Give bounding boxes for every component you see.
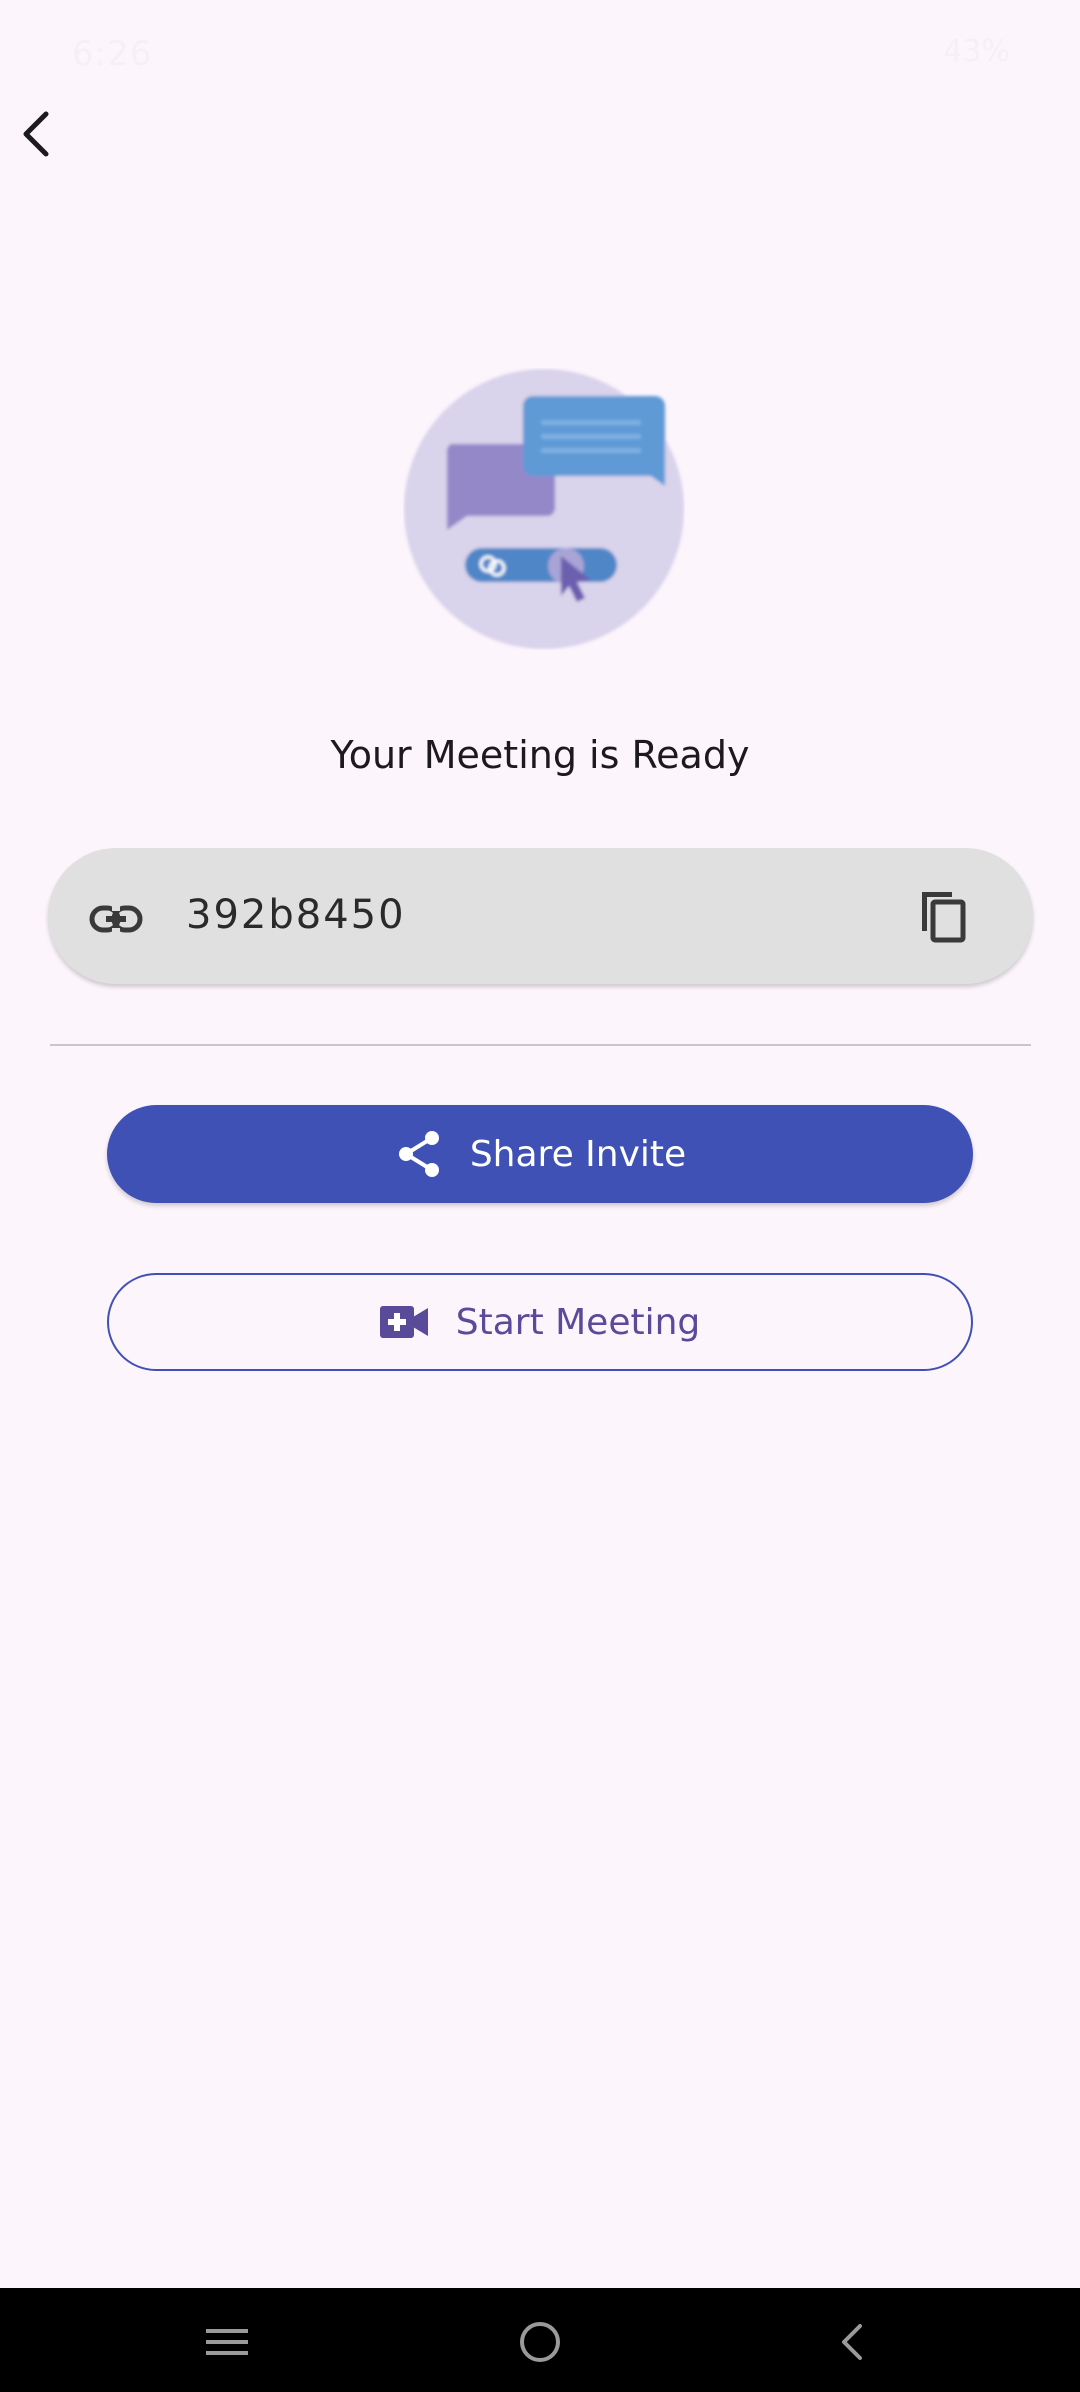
- start-meeting-button[interactable]: Start Meeting: [107, 1273, 973, 1371]
- nav-recents-button[interactable]: [197, 2312, 257, 2372]
- back-arrow-icon: [23, 111, 49, 157]
- nav-back-button[interactable]: [822, 2312, 882, 2372]
- copy-icon: [922, 892, 966, 943]
- status-time: 6:26: [72, 34, 153, 74]
- meeting-code[interactable]: 392b8450: [186, 892, 406, 938]
- recents-icon: [206, 2329, 248, 2355]
- share-icon: [398, 1131, 439, 1177]
- chat-link-illustration: [404, 369, 684, 649]
- copy-button[interactable]: [914, 886, 974, 946]
- back-button[interactable]: [6, 100, 74, 168]
- system-nav-bar: [0, 2288, 1080, 2392]
- meeting-illustration: [403, 368, 685, 650]
- share-invite-label: Share Invite: [469, 1133, 687, 1175]
- status-battery: 43%: [943, 34, 1010, 69]
- page-title: Your Meeting is Ready: [330, 733, 750, 777]
- divider: [50, 1044, 1031, 1046]
- link-icon: [89, 905, 143, 933]
- battery-percent: 43%: [943, 34, 1010, 69]
- status-bar: 6:26 43%: [0, 0, 1080, 110]
- share-invite-button[interactable]: Share Invite: [107, 1105, 973, 1203]
- nav-back-icon: [842, 2324, 862, 2360]
- home-icon: [520, 2322, 560, 2362]
- start-meeting-label: Start Meeting: [455, 1301, 701, 1343]
- nav-home-button[interactable]: [510, 2312, 570, 2372]
- video-add-icon: [379, 1306, 428, 1338]
